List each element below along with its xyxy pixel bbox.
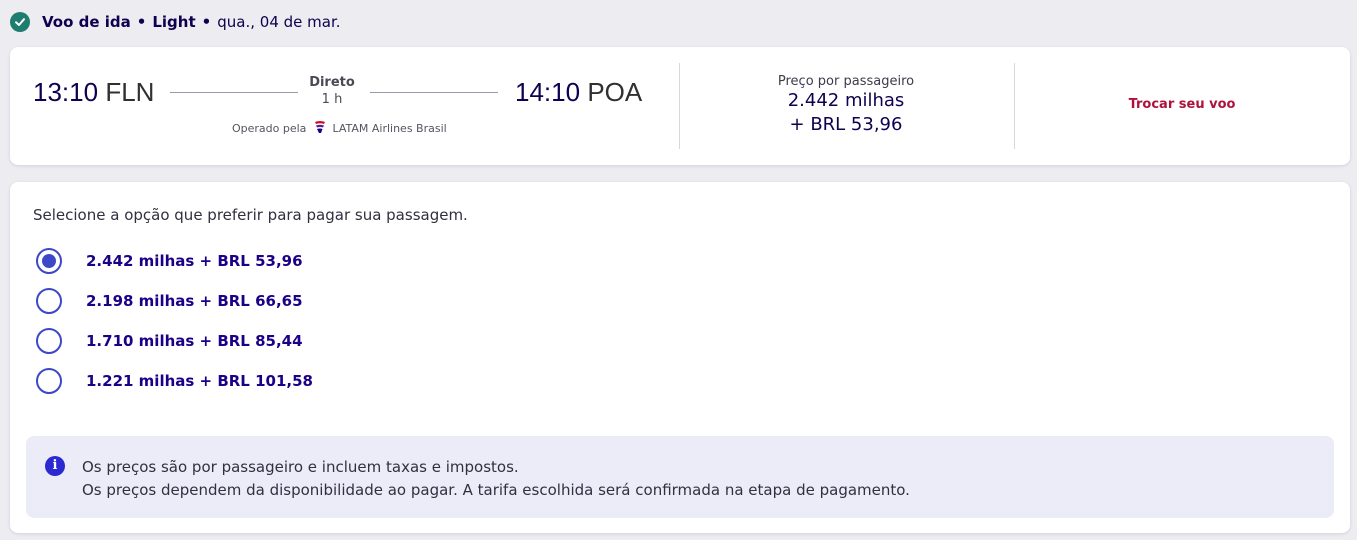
radio-button[interactable] [36,368,62,394]
radio-button[interactable] [36,288,62,314]
separator-dot: • [201,13,212,31]
price-per-passenger: Preço por passageiro 2.442 milhas + BRL … [710,74,982,137]
flight-type-label: Direto [309,75,355,90]
radio-button-selected[interactable] [36,248,62,274]
price-info-box: i Os preços são por passageiro e incluem… [26,436,1334,518]
arrival-time: 14:10 [515,77,581,107]
change-flight-button[interactable]: Trocar seu voo [1110,97,1254,112]
info-line-1: Os preços são por passageiro e incluem t… [82,458,519,476]
operated-by-label: Operado pela [232,122,307,135]
header-title: Voo de ida [42,13,131,31]
latam-logo-icon [314,120,326,137]
payment-options-card: Selecione a opção que preferir para paga… [10,182,1350,533]
separator-dot: • [136,13,147,31]
payment-option-label: 1.710 milhas + BRL 85,44 [86,332,303,350]
info-icon: i [45,456,65,476]
flight-header: Voo de ida • Light • qua., 04 de mar. [10,10,341,34]
route-line-right [370,92,498,93]
fare-name: Light [152,13,196,31]
operated-by: Operado pela LATAM Airlines Brasil [232,120,447,137]
divider [679,63,680,149]
radio-button[interactable] [36,328,62,354]
payment-option[interactable]: 1.710 milhas + BRL 85,44 [36,328,303,354]
info-line-2: Os preços dependem da disponibilidade ao… [82,481,910,499]
price-label: Preço por passageiro [777,74,915,89]
airline-name: LATAM Airlines Brasil [332,122,447,135]
price-cash: + BRL 53,96 [789,114,903,135]
payment-option-label: 2.442 milhas + BRL 53,96 [86,252,303,270]
payment-option[interactable]: 2.442 milhas + BRL 53,96 [36,248,303,274]
arrival: 14:10 POA [515,77,642,108]
divider [1014,63,1015,149]
flight-date: qua., 04 de mar. [217,13,341,31]
flight-duration: 1 h [321,92,343,107]
route-line-left [170,92,298,93]
flight-summary-card: 13:10 FLN Direto 1 h 14:10 POA Operado p… [10,47,1350,165]
payment-prompt: Selecione a opção que preferir para paga… [33,206,468,224]
payment-option-label: 1.221 milhas + BRL 101,58 [86,372,313,390]
flight-type: Direto 1 h [296,75,368,107]
payment-option[interactable]: 1.221 milhas + BRL 101,58 [36,368,313,394]
arrival-code: POA [587,77,643,107]
departure-time: 13:10 [33,77,99,107]
check-circle-icon [10,12,30,32]
payment-option-label: 2.198 milhas + BRL 66,65 [86,292,303,310]
price-miles: 2.442 milhas [787,90,905,111]
info-text: Os preços são por passageiro e incluem t… [82,456,910,502]
departure: 13:10 FLN [33,77,154,108]
departure-code: FLN [105,77,155,107]
payment-option[interactable]: 2.198 milhas + BRL 66,65 [36,288,303,314]
